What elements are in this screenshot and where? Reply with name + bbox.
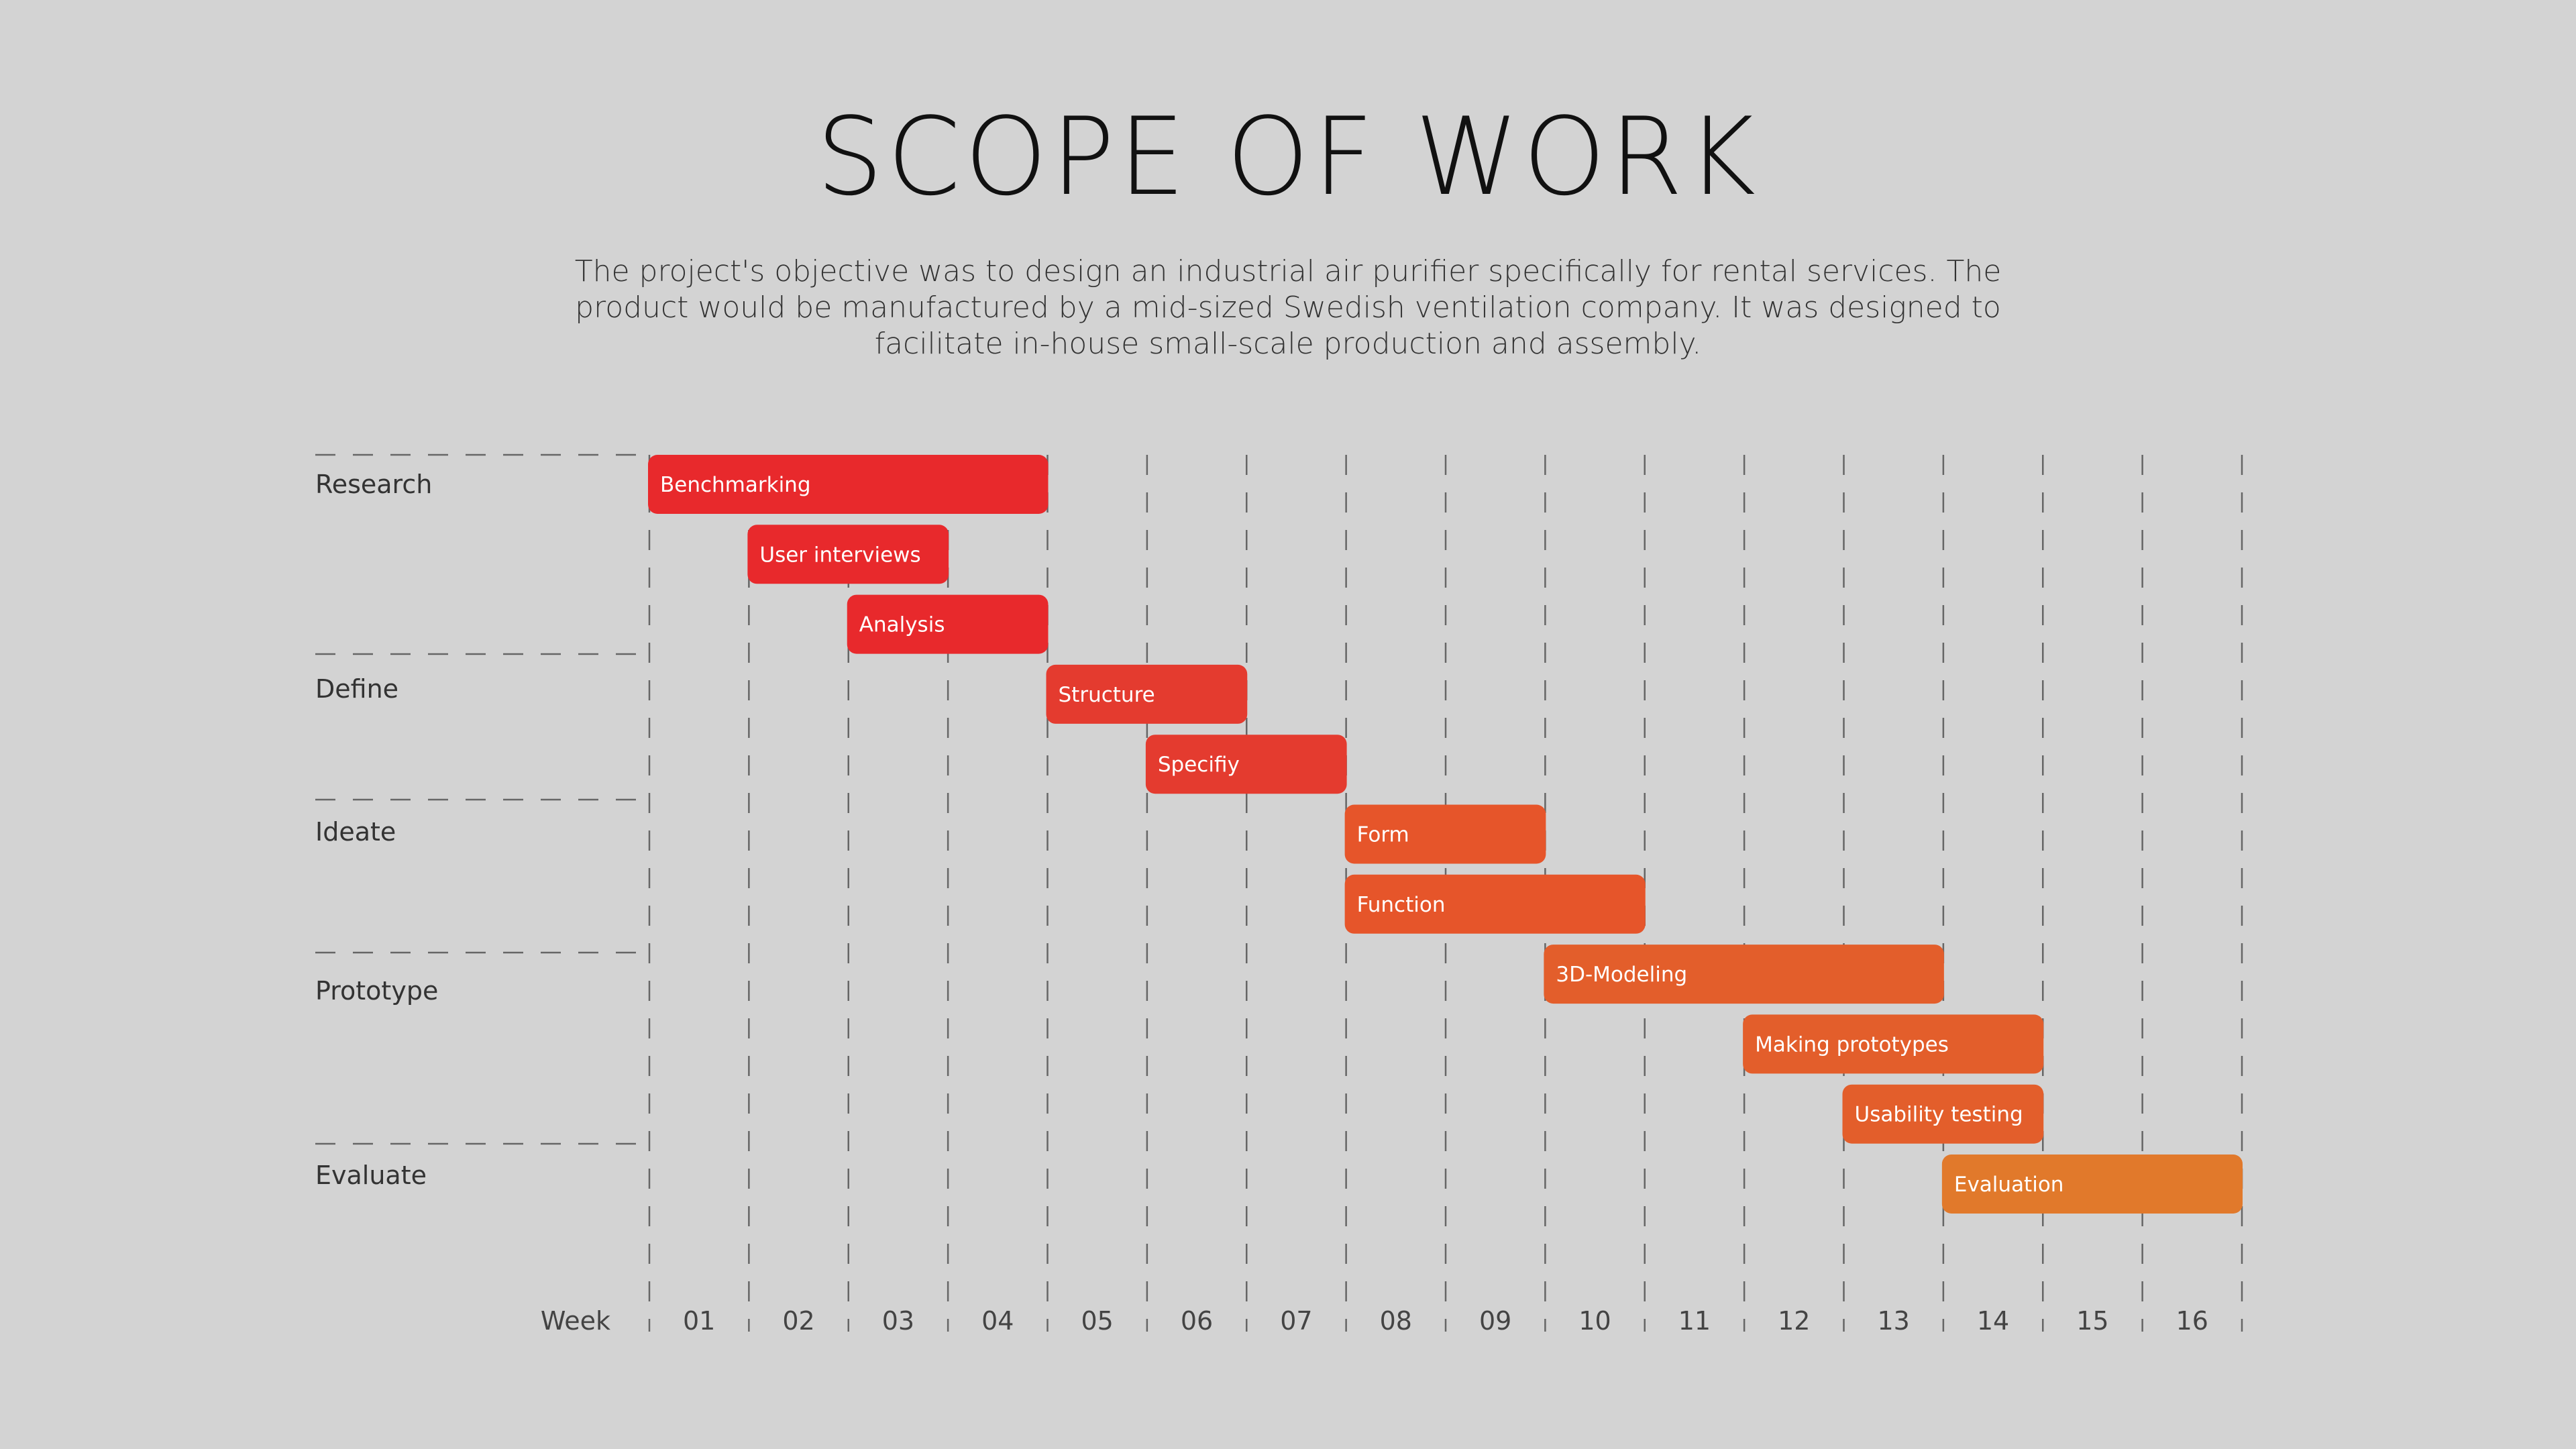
task-bar-label: Making prototypes xyxy=(1755,1032,1949,1057)
week-tick-label: 05 xyxy=(1081,1306,1114,1336)
task-bar-label: Usability testing xyxy=(1855,1103,2023,1127)
week-tick-label: 04 xyxy=(981,1306,1014,1336)
task-bar-label: Benchmarking xyxy=(660,473,811,497)
task-bar-label: 3D-Modeling xyxy=(1556,963,1687,987)
task-bar-structure: Structure xyxy=(1046,664,1248,724)
phase-label-ideate: Ideate xyxy=(315,817,396,847)
task-bar-form: Form xyxy=(1344,804,1546,864)
task-bar-usability-testing: Usability testing xyxy=(1842,1084,2044,1144)
task-bar-label: Form xyxy=(1357,823,1409,847)
phase-label-research: Research xyxy=(315,470,432,499)
phase-label-define: Define xyxy=(315,674,398,704)
phase-labels: Research Define Ideate Prototype Evaluate xyxy=(315,453,649,1190)
week-tick-label: 07 xyxy=(1280,1306,1312,1336)
week-tick-label: 11 xyxy=(1678,1306,1711,1336)
week-tick-label: 02 xyxy=(782,1306,814,1336)
task-bar-3d-modeling: 3D-Modeling xyxy=(1544,945,1944,1004)
task-bar-label: Function xyxy=(1357,893,1446,917)
week-tick-label: 15 xyxy=(2076,1306,2108,1336)
task-bar-label: Analysis xyxy=(859,613,945,637)
week-tick-label: 14 xyxy=(1977,1306,2009,1336)
week-tick-label: 13 xyxy=(1878,1306,1910,1336)
gantt-chart: Research Define Ideate Prototype Evaluate Be… xyxy=(315,453,2243,1336)
week-tick-label: 09 xyxy=(1479,1306,1511,1336)
week-tick-label: 08 xyxy=(1380,1306,1412,1336)
task-bar-specifiy: Specifiy xyxy=(1145,735,1347,794)
task-bar-making-prototypes: Making prototypes xyxy=(1743,1014,2044,1074)
task-bar-label: Specifiy xyxy=(1158,753,1240,777)
week-tick-label: 16 xyxy=(2176,1306,2208,1336)
phase-label-prototype: Prototype xyxy=(315,976,438,1006)
task-bar-benchmarking: Benchmarking xyxy=(648,455,1049,514)
task-bar-label: User interviews xyxy=(759,543,920,567)
task-bar-label: Evaluation xyxy=(1954,1173,2064,1197)
week-tick-label: 06 xyxy=(1181,1306,1213,1336)
week-tick-label: 10 xyxy=(1578,1306,1611,1336)
task-bar-evaluation: Evaluation xyxy=(1941,1155,2243,1214)
week-tick-label: 03 xyxy=(882,1306,914,1336)
task-bar-user-interviews: User interviews xyxy=(747,525,949,584)
week-axis: Week 01 02 03 04 05 06 07 08 09 10 11 12 13 14 15 16 xyxy=(541,1306,2208,1336)
axis-label-week: Week xyxy=(541,1306,610,1336)
task-bar-analysis: Analysis xyxy=(847,594,1049,654)
week-tick-label: 12 xyxy=(1778,1306,1810,1336)
task-bar-function: Function xyxy=(1344,874,1646,934)
week-tick-label: 01 xyxy=(683,1306,715,1336)
task-bar-label: Structure xyxy=(1059,683,1155,707)
phase-label-evaluate: Evaluate xyxy=(315,1161,427,1190)
